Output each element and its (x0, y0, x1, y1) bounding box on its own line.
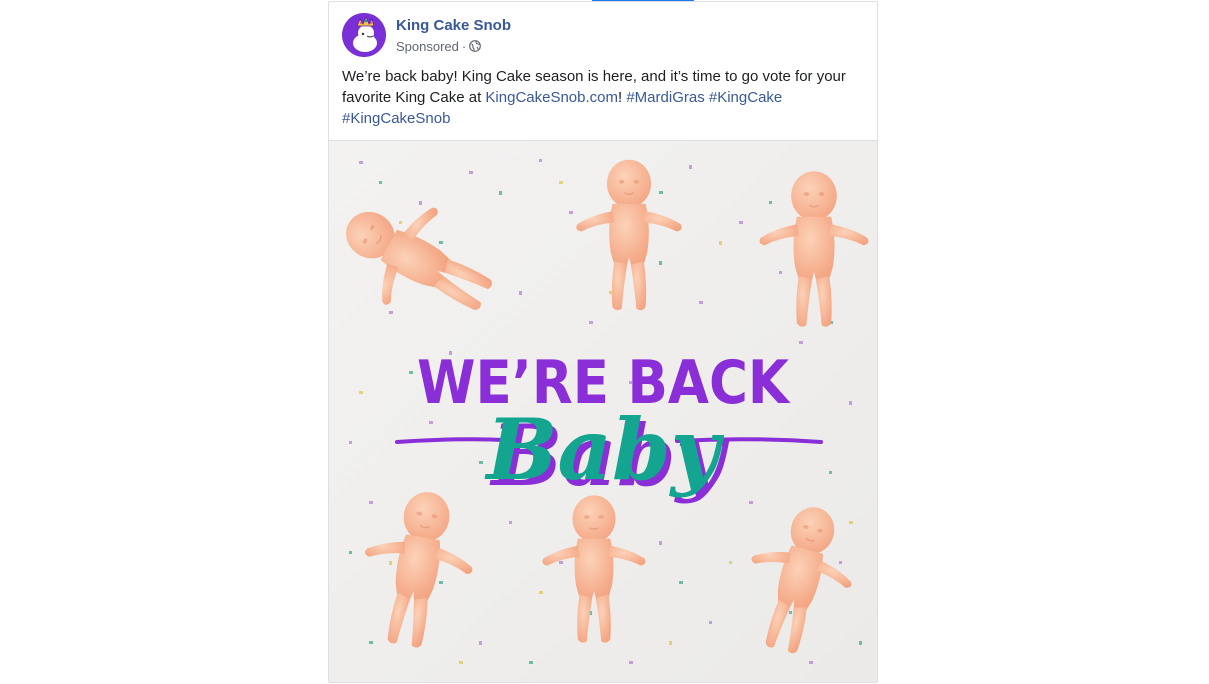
post-subtitle: Sponsored · (396, 38, 511, 55)
separator-dot: · (461, 38, 467, 54)
hashtag-kingcake[interactable]: #KingCake (709, 89, 782, 106)
avatar[interactable] (342, 13, 386, 57)
post-meta: King Cake Snob Sponsored · (396, 16, 511, 55)
sponsored-post-card: King Cake Snob Sponsored · We’re back ba… (328, 1, 878, 683)
hashtag-kingcakesnob[interactable]: #KingCakeSnob (342, 110, 450, 127)
king-cake-snob-logo (342, 13, 386, 57)
globe-icon[interactable] (469, 40, 482, 52)
page-name-link[interactable]: King Cake Snob (396, 16, 511, 35)
post-caption: We’re back baby! King Cake season is her… (342, 66, 862, 129)
headline-baby: Baby (485, 400, 725, 499)
post-header: King Cake Snob Sponsored · (342, 12, 511, 58)
hashtag-mardigras[interactable]: #MardiGras (626, 89, 704, 106)
sponsored-label[interactable]: Sponsored (396, 38, 459, 55)
post-image[interactable]: WE’RE BACK Baby Baby (329, 140, 877, 682)
website-link[interactable]: KingCakeSnob.com (485, 89, 618, 106)
promo-graphic: WE’RE BACK Baby Baby (329, 141, 877, 682)
